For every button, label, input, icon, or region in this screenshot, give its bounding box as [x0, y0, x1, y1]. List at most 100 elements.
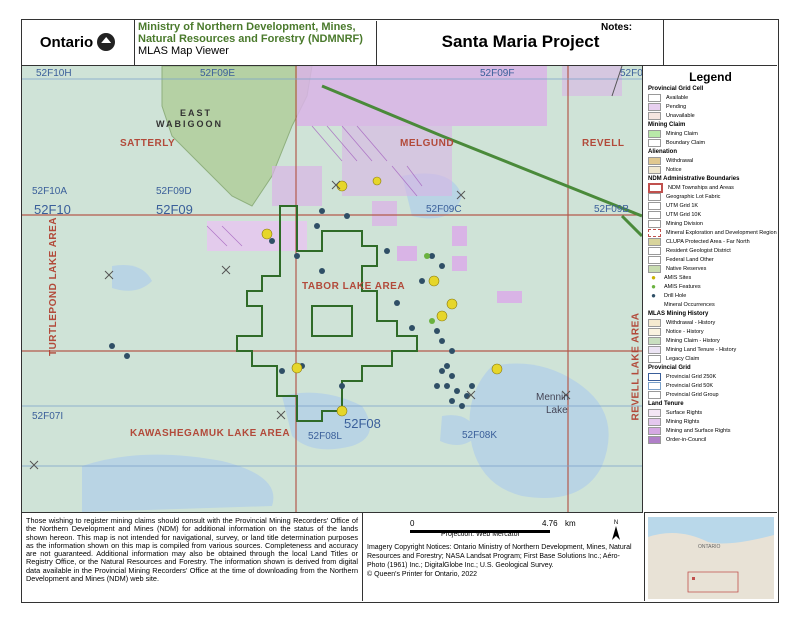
- legend-label: Boundary Claim: [666, 139, 706, 146]
- legend-item: Provincial Grid Group: [648, 390, 777, 399]
- swatch: [648, 327, 661, 336]
- logo-text: Ontario: [39, 33, 94, 51]
- legend-section: Provincial Grid Cell: [648, 86, 704, 92]
- legend-label: UTM Grid 10K: [666, 211, 702, 218]
- legend-label: Mining Land Tenure - History: [666, 346, 737, 353]
- legend-item: Available: [648, 93, 777, 102]
- swatch: [648, 372, 661, 381]
- legend-item: ● Drill Hole: [648, 291, 777, 300]
- swatch: [648, 336, 661, 345]
- swatch: [648, 264, 661, 273]
- legend-item: Mining Land Tenure - History: [648, 345, 777, 354]
- swatch: [648, 435, 661, 444]
- legend-label: AMIS Sites: [664, 274, 692, 281]
- township-label: TABOR LAKE AREA: [302, 281, 406, 292]
- scale-start: 0: [410, 519, 415, 528]
- swatch: [648, 246, 661, 255]
- legend-item: UTM Grid 1K: [648, 201, 777, 210]
- township-label: KAWASHEGAMUK LAKE AREA: [130, 428, 291, 439]
- swatch: [648, 354, 661, 363]
- swatch: [648, 228, 661, 237]
- legend-label: Mining Claim - History: [666, 337, 720, 344]
- legend-label: Available: [666, 94, 689, 101]
- legend-item: Withdrawal - History: [648, 318, 777, 327]
- legend-item: Notice: [648, 165, 777, 174]
- lake-label: Lake: [546, 405, 568, 416]
- ministry-name: Ministry of Northern Development, Mines,…: [138, 21, 363, 45]
- map-canvas[interactable]: 52F10H 52F09E 52F09F 52F09 52F10A 52F09D…: [22, 66, 643, 513]
- legend-item: Mining Claim: [648, 129, 777, 138]
- mineral-occurrence-icon: [648, 302, 659, 308]
- grid-label: 52F10A: [32, 186, 68, 197]
- map-title: Santa Maria Project: [441, 32, 600, 51]
- swatch: [648, 426, 661, 435]
- legend-item: Legacy Claim: [648, 354, 777, 363]
- legend-label: AMIS Features: [664, 283, 701, 290]
- scale-end: 4.76: [542, 519, 558, 528]
- legend-label: Federal Land Other: [666, 256, 714, 263]
- grid-label: 52F10H: [36, 68, 72, 79]
- legend-item: NDM Townships and Areas: [648, 182, 777, 193]
- disclaimer: Those wishing to register mining claims …: [26, 516, 358, 584]
- swatch: [648, 318, 661, 327]
- swatch: [648, 111, 661, 120]
- viewer-name: MLAS Map Viewer: [138, 45, 229, 57]
- reserve-label: EAST: [180, 108, 213, 118]
- township-label: REVELL: [582, 138, 625, 149]
- legend-item: Resident Geologist District: [648, 246, 777, 255]
- legend-item: Surface Rights: [648, 408, 777, 417]
- legend-item: Mining Rights: [648, 417, 777, 426]
- legend-section: MLAS Mining History: [648, 311, 709, 317]
- inset-map: ONTARIO: [648, 517, 774, 599]
- swatch: [648, 93, 661, 102]
- legend-label: Legacy Claim: [666, 355, 700, 362]
- legend-label: Notice: [666, 166, 682, 173]
- swatch: [648, 417, 661, 426]
- township-label: SATTERLY: [120, 138, 176, 149]
- legend-item: Order-in-Council: [648, 435, 777, 444]
- grid-label: 52F08L: [308, 431, 342, 442]
- legend-title: Legend: [689, 70, 732, 84]
- legend-label: Withdrawal - History: [666, 319, 716, 326]
- legend-label: Provincial Grid Group: [666, 391, 719, 398]
- legend-label: Provincial Grid 50K: [666, 382, 714, 389]
- legend-label: Mining and Surface Rights: [666, 427, 731, 434]
- legend-label: UTM Grid 1K: [666, 202, 699, 209]
- swatch: [648, 182, 663, 193]
- legend-label: Mining Claim: [666, 130, 698, 137]
- legend-label: Resident Geologist District: [666, 247, 731, 254]
- grid-label: 52F09E: [200, 68, 236, 79]
- swatch: [648, 237, 661, 246]
- legend-label: Provincial Grid 250K: [666, 373, 717, 380]
- legend-item: Pending: [648, 102, 777, 111]
- legend-item: Federal Land Other: [648, 255, 777, 264]
- legend-section: Provincial Grid: [648, 365, 691, 371]
- legend-item: Notice - History: [648, 327, 777, 336]
- legend-item: Geographic Lot Fabric: [648, 192, 777, 201]
- legend-section: NDM Administrative Boundaries: [648, 176, 740, 182]
- swatch: [648, 129, 661, 138]
- north-arrow-icon: N: [606, 520, 626, 542]
- legend-item: Boundary Claim: [648, 138, 777, 147]
- grid-label: 52F09D: [156, 186, 192, 197]
- legend-item: Provincial Grid 250K: [648, 372, 777, 381]
- legend-label: Mining Rights: [666, 418, 700, 425]
- swatch: [648, 165, 661, 174]
- ministry-block: Ministry of Northern Development, Mines,…: [136, 21, 377, 65]
- swatch: [648, 408, 661, 417]
- ontario-logo: Ontario: [21, 19, 135, 65]
- legend-label: Order-in-Council: [666, 436, 707, 443]
- legend-item: ● AMIS Sites: [648, 273, 777, 282]
- legend-item: Mining Claim - History: [648, 336, 777, 345]
- legend-item: Mining Division: [648, 219, 777, 228]
- divider: [644, 512, 645, 601]
- inset-label: ONTARIO: [698, 544, 721, 550]
- swatch: [648, 138, 661, 147]
- legend-item: CLUPA Protected Area - Far North: [648, 237, 777, 246]
- projection: Projection: Web Mercator: [441, 531, 520, 538]
- grid-label: 52F09: [156, 202, 193, 217]
- drill-hole-icon: ●: [651, 290, 656, 300]
- amis-site-icon: ●: [651, 272, 656, 282]
- legend-item: Native Reserves: [648, 264, 777, 273]
- legend-item: ● AMIS Features: [648, 282, 777, 291]
